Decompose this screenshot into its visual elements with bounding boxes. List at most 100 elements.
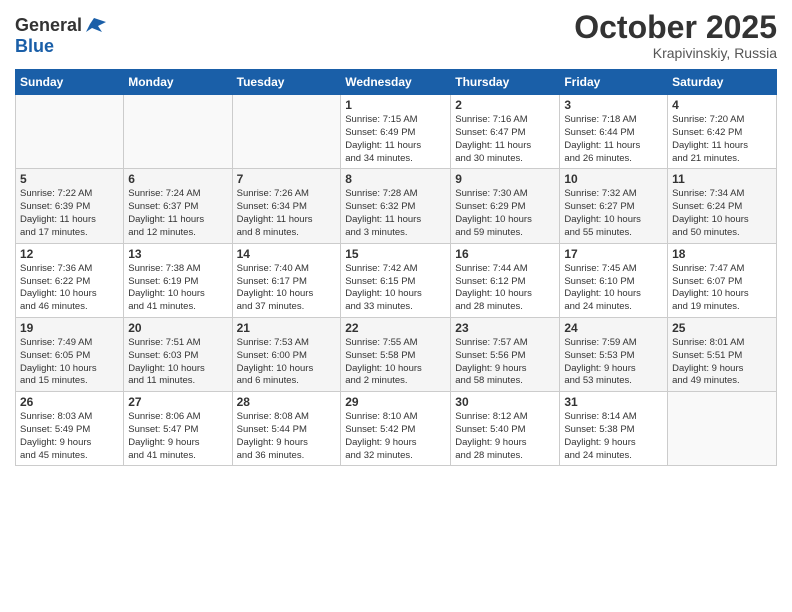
day-number: 25 (672, 321, 772, 335)
calendar-day-25: 25 Sunrise: 8:01 AM Sunset: 5:51 PM Dayli… (668, 317, 777, 391)
weekday-header-sunday: Sunday (16, 70, 124, 95)
calendar-day-12: 12 Sunrise: 7:36 AM Sunset: 6:22 PM Dayli… (16, 243, 124, 317)
day-info: Sunrise: 7:28 AM Sunset: 6:32 PM Dayligh… (345, 188, 446, 239)
day-number: 30 (455, 395, 555, 409)
day-info: Sunrise: 7:38 AM Sunset: 6:19 PM Dayligh… (128, 263, 227, 314)
day-info: Sunrise: 7:49 AM Sunset: 6:05 PM Dayligh… (20, 337, 119, 388)
day-number: 18 (672, 247, 772, 261)
calendar-day-19: 19 Sunrise: 7:49 AM Sunset: 6:05 PM Dayli… (16, 317, 124, 391)
calendar-day-22: 22Sunrise: 7:55 AM Sunset: 5:58 PM Dayli… (341, 317, 451, 391)
day-info: Sunrise: 8:14 AM Sunset: 5:38 PM Dayligh… (564, 411, 663, 462)
calendar-day-16: 16 Sunrise: 7:44 AM Sunset: 6:12 PM Dayli… (451, 243, 560, 317)
logo-general-text: General (15, 15, 82, 36)
calendar-day-1: 1 Sunrise: 7:15 AM Sunset: 6:49 PM Daylig… (341, 95, 451, 169)
calendar-day-4: 4 Sunrise: 7:20 AM Sunset: 6:42 PM Daylig… (668, 95, 777, 169)
day-number: 6 (128, 172, 227, 186)
day-info: Sunrise: 7:18 AM Sunset: 6:44 PM Dayligh… (564, 114, 663, 165)
calendar-day-18: 18Sunrise: 7:47 AM Sunset: 6:07 PM Dayli… (668, 243, 777, 317)
calendar-day-26: 26Sunrise: 8:03 AM Sunset: 5:49 PM Dayli… (16, 392, 124, 466)
day-number: 22 (345, 321, 446, 335)
day-number: 11 (672, 172, 772, 186)
day-number: 4 (672, 98, 772, 112)
calendar-day-29: 29 Sunrise: 8:10 AM Sunset: 5:42 PM Dayli… (341, 392, 451, 466)
calendar-day-23: 23Sunrise: 7:57 AM Sunset: 5:56 PM Dayli… (451, 317, 560, 391)
day-info: Sunrise: 7:53 AM Sunset: 6:00 PM Dayligh… (237, 337, 337, 388)
calendar-day-20: 20 Sunrise: 7:51 AM Sunset: 6:03 PM Dayli… (124, 317, 232, 391)
day-info: Sunrise: 7:51 AM Sunset: 6:03 PM Dayligh… (128, 337, 227, 388)
calendar-day-28: 28 Sunrise: 8:08 AM Sunset: 5:44 PM Dayli… (232, 392, 341, 466)
weekday-header-wednesday: Wednesday (341, 70, 451, 95)
day-info: Sunrise: 7:40 AM Sunset: 6:17 PM Dayligh… (237, 263, 337, 314)
day-info: Sunrise: 8:06 AM Sunset: 5:47 PM Dayligh… (128, 411, 227, 462)
calendar-day-30: 30 Sunrise: 8:12 AM Sunset: 5:40 PM Dayli… (451, 392, 560, 466)
calendar-week-row: 26Sunrise: 8:03 AM Sunset: 5:49 PM Dayli… (16, 392, 777, 466)
calendar-day-24: 24Sunrise: 7:59 AM Sunset: 5:53 PM Dayli… (560, 317, 668, 391)
page-header: General Blue October 2025 Krapivinskiy, … (15, 10, 777, 61)
day-info: Sunrise: 7:57 AM Sunset: 5:56 PM Dayligh… (455, 337, 555, 388)
day-number: 19 (20, 321, 119, 335)
calendar-day-5: 5 Sunrise: 7:22 AM Sunset: 6:39 PM Daylig… (16, 169, 124, 243)
calendar-day-6: 6 Sunrise: 7:24 AM Sunset: 6:37 PM Daylig… (124, 169, 232, 243)
calendar-empty-cell (668, 392, 777, 466)
weekday-header-saturday: Saturday (668, 70, 777, 95)
day-info: Sunrise: 8:12 AM Sunset: 5:40 PM Dayligh… (455, 411, 555, 462)
day-info: Sunrise: 7:20 AM Sunset: 6:42 PM Dayligh… (672, 114, 772, 165)
weekday-header-row: SundayMondayTuesdayWednesdayThursdayFrid… (16, 70, 777, 95)
calendar-day-27: 27 Sunrise: 8:06 AM Sunset: 5:47 PM Dayli… (124, 392, 232, 466)
weekday-header-monday: Monday (124, 70, 232, 95)
day-number: 13 (128, 247, 227, 261)
day-info: Sunrise: 8:08 AM Sunset: 5:44 PM Dayligh… (237, 411, 337, 462)
day-number: 7 (237, 172, 337, 186)
weekday-header-tuesday: Tuesday (232, 70, 341, 95)
day-number: 12 (20, 247, 119, 261)
month-title: October 2025 (574, 10, 777, 45)
day-number: 9 (455, 172, 555, 186)
day-number: 21 (237, 321, 337, 335)
day-number: 14 (237, 247, 337, 261)
day-info: Sunrise: 7:36 AM Sunset: 6:22 PM Dayligh… (20, 263, 119, 314)
calendar-day-9: 9Sunrise: 7:30 AM Sunset: 6:29 PM Daylig… (451, 169, 560, 243)
calendar-day-2: 2 Sunrise: 7:16 AM Sunset: 6:47 PM Daylig… (451, 95, 560, 169)
day-number: 20 (128, 321, 227, 335)
calendar-day-21: 21 Sunrise: 7:53 AM Sunset: 6:00 PM Dayli… (232, 317, 341, 391)
day-number: 24 (564, 321, 663, 335)
day-number: 10 (564, 172, 663, 186)
day-number: 16 (455, 247, 555, 261)
logo-blue-text: Blue (15, 36, 106, 57)
title-block: October 2025 Krapivinskiy, Russia (574, 10, 777, 61)
day-number: 27 (128, 395, 227, 409)
day-info: Sunrise: 7:26 AM Sunset: 6:34 PM Dayligh… (237, 188, 337, 239)
day-info: Sunrise: 7:22 AM Sunset: 6:39 PM Dayligh… (20, 188, 119, 239)
day-info: Sunrise: 8:01 AM Sunset: 5:51 PM Dayligh… (672, 337, 772, 388)
weekday-header-friday: Friday (560, 70, 668, 95)
day-number: 5 (20, 172, 119, 186)
day-info: Sunrise: 7:24 AM Sunset: 6:37 PM Dayligh… (128, 188, 227, 239)
day-number: 26 (20, 395, 119, 409)
day-info: Sunrise: 7:32 AM Sunset: 6:27 PM Dayligh… (564, 188, 663, 239)
day-number: 29 (345, 395, 446, 409)
day-info: Sunrise: 7:34 AM Sunset: 6:24 PM Dayligh… (672, 188, 772, 239)
day-info: Sunrise: 7:16 AM Sunset: 6:47 PM Dayligh… (455, 114, 555, 165)
day-info: Sunrise: 7:15 AM Sunset: 6:49 PM Dayligh… (345, 114, 446, 165)
day-info: Sunrise: 7:44 AM Sunset: 6:12 PM Dayligh… (455, 263, 555, 314)
calendar-day-3: 3 Sunrise: 7:18 AM Sunset: 6:44 PM Daylig… (560, 95, 668, 169)
weekday-header-thursday: Thursday (451, 70, 560, 95)
calendar-day-15: 15Sunrise: 7:42 AM Sunset: 6:15 PM Dayli… (341, 243, 451, 317)
day-info: Sunrise: 7:42 AM Sunset: 6:15 PM Dayligh… (345, 263, 446, 314)
calendar-day-13: 13 Sunrise: 7:38 AM Sunset: 6:19 PM Dayli… (124, 243, 232, 317)
calendar-day-7: 7 Sunrise: 7:26 AM Sunset: 6:34 PM Daylig… (232, 169, 341, 243)
calendar-week-row: 19 Sunrise: 7:49 AM Sunset: 6:05 PM Dayli… (16, 317, 777, 391)
day-number: 31 (564, 395, 663, 409)
day-info: Sunrise: 8:10 AM Sunset: 5:42 PM Dayligh… (345, 411, 446, 462)
day-number: 1 (345, 98, 446, 112)
day-info: Sunrise: 7:45 AM Sunset: 6:10 PM Dayligh… (564, 263, 663, 314)
day-number: 3 (564, 98, 663, 112)
day-number: 2 (455, 98, 555, 112)
day-number: 28 (237, 395, 337, 409)
calendar-week-row: 5 Sunrise: 7:22 AM Sunset: 6:39 PM Daylig… (16, 169, 777, 243)
calendar-empty-cell (16, 95, 124, 169)
calendar-day-17: 17Sunrise: 7:45 AM Sunset: 6:10 PM Dayli… (560, 243, 668, 317)
calendar-week-row: 12 Sunrise: 7:36 AM Sunset: 6:22 PM Dayli… (16, 243, 777, 317)
calendar-day-11: 11 Sunrise: 7:34 AM Sunset: 6:24 PM Dayli… (668, 169, 777, 243)
calendar-empty-cell (124, 95, 232, 169)
